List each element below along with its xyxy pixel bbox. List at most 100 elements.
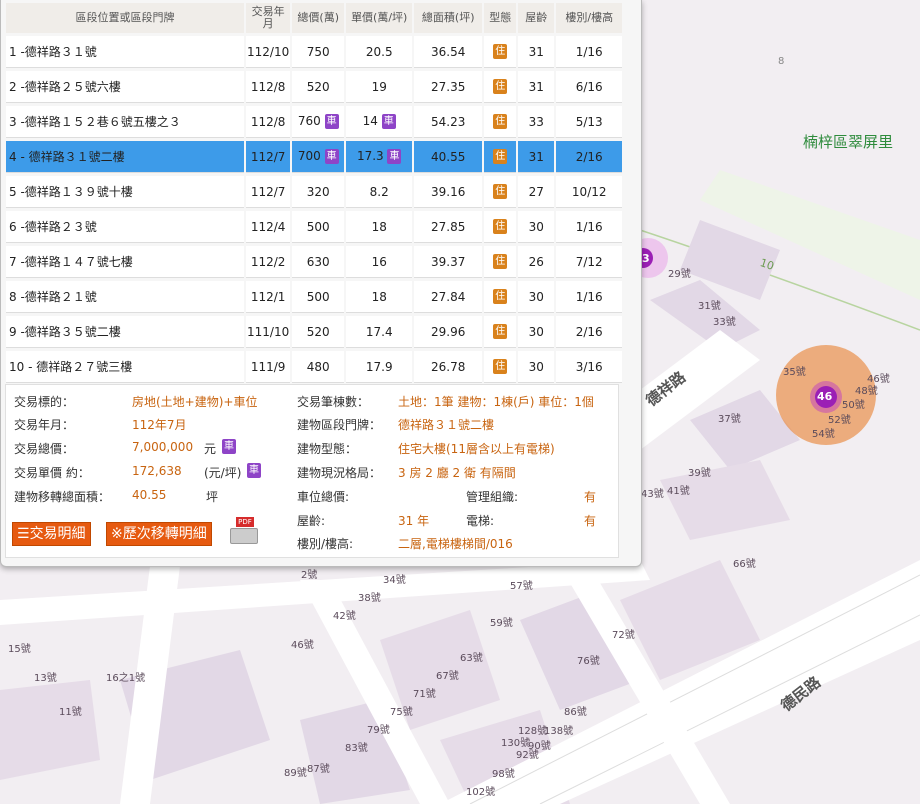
cell-floor: 7/12 xyxy=(556,246,623,278)
transaction-detail-button[interactable]: ☰交易明細 xyxy=(12,522,91,546)
cell-total-value: 520 xyxy=(306,79,330,94)
cell-total: 520 xyxy=(292,71,345,103)
cell-date: 111/10 xyxy=(246,316,291,348)
scale-marker: 8 xyxy=(778,56,785,67)
col-type[interactable]: 型態 xyxy=(484,3,517,33)
transaction-table: 區段位置或區段門牌 交易年月 總價(萬) 單價(萬/坪) 總面積(坪) 型態 屋… xyxy=(4,0,624,386)
col-address[interactable]: 區段位置或區段門牌 xyxy=(6,3,244,33)
history-transfer-button[interactable]: ※歷次移轉明細 xyxy=(106,522,212,546)
cell-area: 36.54 xyxy=(414,36,483,68)
detail-mgmt-key: 管理組織: xyxy=(466,490,519,504)
address-label: 41號 xyxy=(667,486,690,497)
detail-unit-unit: (元/坪) xyxy=(204,466,242,480)
detail-parking-key: 車位總價: xyxy=(297,490,350,504)
cell-address[interactable]: 4 - 德祥路３１號二樓 xyxy=(6,141,244,173)
detail-area-value: 40.55 xyxy=(132,488,167,502)
address-label: 52號 xyxy=(828,415,851,426)
address-label: 83號 xyxy=(345,743,368,754)
cell-total-value: 520 xyxy=(306,324,330,339)
col-area[interactable]: 總面積(坪) xyxy=(414,3,483,33)
cluster-count[interactable]: 46 xyxy=(817,390,832,403)
cell-total: 500 xyxy=(292,281,345,313)
detail-age-value: 31 年 xyxy=(398,514,430,528)
address-label: 35號 xyxy=(783,367,806,378)
pdf-print-button[interactable]: PDF xyxy=(228,517,258,545)
table-row[interactable]: 4 - 德祥路３１號二樓 112/7 700 車 17.3 車 40.55 住 31 2/16 xyxy=(6,141,623,173)
address-label: 11號 xyxy=(59,707,82,718)
cell-unit-value: 17.4 xyxy=(365,324,393,339)
address-label: 63號 xyxy=(460,653,483,664)
residential-badge: 住 xyxy=(493,44,508,59)
cell-total-value: 700 xyxy=(297,149,321,163)
residential-badge: 住 xyxy=(493,289,508,304)
col-unit[interactable]: 單價(萬/坪) xyxy=(346,3,413,33)
detail-count-value: 土地：1筆 建物：1棟(戶) 車位：1個 xyxy=(398,395,594,409)
cell-address[interactable]: 10 - 德祥路２７號三樓 xyxy=(6,351,244,383)
cell-date: 112/10 xyxy=(246,36,291,68)
address-label: 46號 xyxy=(291,640,314,651)
table-row[interactable]: 3 -德祥路１５２巷６號五樓之３ 112/8 760 車 14 車 54.23 住 33 5/… xyxy=(6,106,623,138)
cell-area: 39.37 xyxy=(414,246,483,278)
col-age[interactable]: 屋齡 xyxy=(518,3,555,33)
col-date[interactable]: 交易年月 xyxy=(246,3,291,33)
cell-address[interactable]: 1 -德祥路３１號 xyxy=(6,36,244,68)
cell-type: 住 xyxy=(484,36,517,68)
cell-area: 27.85 xyxy=(414,211,483,243)
table-row[interactable]: 8 -德祥路２１號 112/1 500 18 27.84 住 30 1/16 xyxy=(6,281,623,313)
address-label: 71號 xyxy=(413,689,436,700)
cell-age: 30 xyxy=(518,351,555,383)
cell-date: 111/9 xyxy=(246,351,291,383)
detail-elev-value: 有 xyxy=(584,514,597,528)
cell-age: 30 xyxy=(518,211,555,243)
cell-address[interactable]: 6 -德祥路２３號 xyxy=(6,211,244,243)
table-row[interactable]: 9 -德祥路３５號二樓 111/10 520 17.4 29.96 住 30 2/16 xyxy=(6,316,623,348)
cell-address[interactable]: 9 -德祥路３５號二樓 xyxy=(6,316,244,348)
address-label: 54號 xyxy=(812,429,835,440)
cell-type: 住 xyxy=(484,246,517,278)
cell-total-value: 500 xyxy=(306,219,330,234)
table-row[interactable]: 2 -德祥路２５號六樓 112/8 520 19 27.35 住 31 6/16 xyxy=(6,71,623,103)
cell-type: 住 xyxy=(484,316,517,348)
detail-area-key: 建物移轉總面積： xyxy=(14,490,111,504)
cell-unit: 19 xyxy=(346,71,413,103)
cluster-count-left[interactable]: 3 xyxy=(642,252,650,265)
cell-unit-value: 14 xyxy=(362,114,378,128)
cell-address[interactable]: 5 -德祥路１３９號十樓 xyxy=(6,176,244,208)
address-label: 48號 xyxy=(855,386,878,397)
cell-address[interactable]: 7 -德祥路１４７號七樓 xyxy=(6,246,244,278)
address-label: 87號 xyxy=(307,764,330,775)
cell-total-value: 480 xyxy=(306,359,330,374)
cell-type: 住 xyxy=(484,351,517,383)
address-label: 59號 xyxy=(490,618,513,629)
cell-date: 112/7 xyxy=(246,141,291,173)
cell-total: 750 xyxy=(292,36,345,68)
table-body: 1 -德祥路３１號 112/10 750 20.5 36.54 住 31 1/16 2 -德祥路… xyxy=(6,36,623,383)
cell-type: 住 xyxy=(484,141,517,173)
address-label: 43號 xyxy=(641,489,664,500)
table-row[interactable]: 10 - 德祥路２７號三樓 111/9 480 17.9 26.78 住 30 3/16 xyxy=(6,351,623,383)
car-badge: 車 xyxy=(222,439,236,454)
detail-age-key: 屋齡: xyxy=(297,514,326,528)
cell-floor: 2/16 xyxy=(556,316,623,348)
cell-type: 住 xyxy=(484,281,517,313)
cell-floor: 10/12 xyxy=(556,176,623,208)
residential-badge: 住 xyxy=(493,79,508,94)
cell-address[interactable]: 2 -德祥路２５號六樓 xyxy=(6,71,244,103)
cell-area: 29.96 xyxy=(414,316,483,348)
cell-floor: 5/13 xyxy=(556,106,623,138)
table-row[interactable]: 5 -德祥路１３９號十樓 112/7 320 8.2 39.16 住 27 10/12 xyxy=(6,176,623,208)
address-label: 13號 xyxy=(34,673,57,684)
cell-address[interactable]: 3 -德祥路１５２巷６號五樓之３ xyxy=(6,106,244,138)
cell-area: 27.35 xyxy=(414,71,483,103)
table-row[interactable]: 6 -德祥路２３號 112/4 500 18 27.85 住 30 1/16 xyxy=(6,211,623,243)
col-floor[interactable]: 樓別/樓高 xyxy=(556,3,623,33)
table-row[interactable]: 7 -德祥路１４７號七樓 112/2 630 16 39.37 住 26 7/12 xyxy=(6,246,623,278)
cell-unit-value: 17.3 xyxy=(356,149,384,163)
col-total[interactable]: 總價(萬) xyxy=(292,3,345,33)
cell-address[interactable]: 8 -德祥路２１號 xyxy=(6,281,244,313)
address-label: 66號 xyxy=(733,559,756,570)
table-row[interactable]: 1 -德祥路３１號 112/10 750 20.5 36.54 住 31 1/16 xyxy=(6,36,623,68)
address-label: 86號 xyxy=(564,707,587,718)
address-label: 57號 xyxy=(510,581,533,592)
transaction-detail-label: 交易明細 xyxy=(29,526,86,542)
